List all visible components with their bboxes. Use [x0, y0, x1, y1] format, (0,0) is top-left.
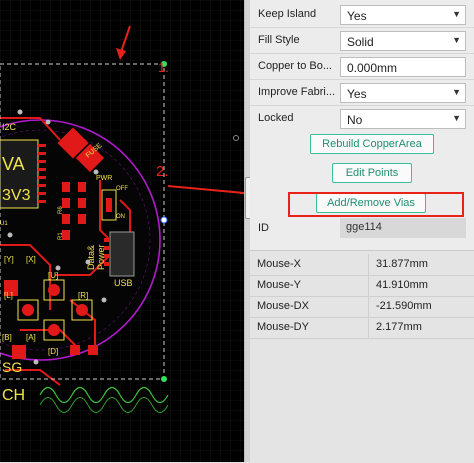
coord-value: 2.177mm: [376, 321, 422, 333]
column-divider: [368, 317, 369, 338]
coord-key: Mouse-Y: [257, 279, 302, 291]
property-label: Copper to Bo...: [258, 60, 332, 72]
label-a: [A]: [26, 333, 36, 342]
locked-select[interactable]: No ▼: [340, 109, 466, 129]
column-divider: [368, 254, 369, 275]
select-value: Solid: [347, 35, 374, 49]
coord-row-mouse-x: Mouse-X 31.877mm: [250, 254, 474, 276]
coord-key: Mouse-X: [257, 258, 302, 270]
coord-value: -21.590mm: [376, 300, 432, 312]
label-b: [B]: [2, 333, 12, 342]
label-pwr: PWR: [96, 175, 112, 182]
column-divider: [368, 296, 369, 317]
property-label: Keep Island: [258, 8, 317, 20]
label-u: [U]: [48, 271, 58, 280]
selection-handle-mid[interactable]: [160, 216, 168, 224]
label-x: [X]: [26, 255, 36, 264]
label-u1: U1: [0, 221, 8, 227]
property-keep-island: Keep Island Yes ▼: [250, 2, 474, 28]
label-usb: USB: [114, 278, 133, 288]
coord-key: Mouse-DY: [257, 321, 309, 333]
fill-style-select[interactable]: Solid ▼: [340, 31, 466, 51]
label-d: [D]: [48, 347, 58, 356]
chevron-down-icon: ▼: [452, 9, 461, 19]
label-sg: SG: [2, 359, 22, 375]
pcb-drawing: I2C FUSE VA 3V3 PWR OFF ON R6 R1 U1 Data…: [0, 0, 244, 462]
pcb-canvas[interactable]: I2C FUSE VA 3V3 PWR OFF ON R6 R1 U1 Data…: [0, 0, 244, 462]
improve-fabrication-select[interactable]: Yes ▼: [340, 83, 466, 103]
label-r1: R1: [58, 232, 64, 240]
label-i2c: I2C: [2, 122, 17, 132]
copper-to-board-input[interactable]: 0.000mm: [340, 57, 466, 77]
coord-value: 31.877mm: [376, 258, 428, 270]
property-fill-style: Fill Style Solid ▼: [250, 28, 474, 54]
coord-row-mouse-dx: Mouse-DX -21.590mm: [250, 296, 474, 318]
id-row: ID gge114: [250, 216, 474, 240]
coord-key: Mouse-DX: [257, 300, 309, 312]
chevron-down-icon: ▼: [452, 113, 461, 123]
power-switch-pad: [106, 198, 112, 212]
coord-row-mouse-dy: Mouse-DY 2.177mm: [250, 317, 474, 339]
mouse-coordinates-table: Mouse-X 31.877mm Mouse-Y 41.910mm Mouse-…: [250, 250, 474, 463]
column-divider: [368, 275, 369, 296]
annotation-highlight-box: [288, 192, 464, 217]
label-data: Data&: [86, 245, 96, 270]
label-on: ON: [116, 214, 125, 220]
annotation-step-2: 2.: [156, 163, 169, 180]
usb-connector[interactable]: [109, 231, 135, 277]
property-locked: Locked No ▼: [250, 106, 474, 131]
label-off: OFF: [116, 186, 128, 192]
select-value: Yes: [347, 87, 367, 101]
edit-points-button[interactable]: Edit Points: [332, 163, 412, 183]
id-label: ID: [258, 222, 269, 234]
keep-island-select[interactable]: Yes ▼: [340, 5, 466, 25]
coord-value: 41.910mm: [376, 279, 428, 291]
id-value: gge114: [340, 218, 466, 238]
chevron-down-icon: ▼: [452, 87, 461, 97]
annotation-step-1: 1.: [158, 60, 169, 75]
select-value: No: [347, 113, 363, 127]
label-y: [Y]: [4, 255, 14, 264]
label-l: [L]: [4, 291, 13, 300]
property-panel: Keep Island Yes ▼ Fill Style Solid ▼ Cop…: [250, 0, 474, 463]
rebuild-copper-area-button[interactable]: Rebuild CopperArea: [310, 134, 434, 154]
property-label: Improve Fabri...: [258, 86, 336, 98]
property-copper-to-board: Copper to Bo... 0.000mm: [250, 54, 474, 80]
label-r: [R]: [78, 291, 88, 300]
property-label: Fill Style: [258, 34, 300, 46]
label-ch: CH: [2, 387, 25, 404]
select-value: Yes: [347, 9, 367, 23]
selection-handle-bottom[interactable]: [161, 376, 167, 382]
property-improve-fabrication: Improve Fabri... Yes ▼: [250, 80, 474, 106]
property-label: Locked: [258, 112, 294, 124]
label-power: Power: [96, 244, 106, 270]
label-r6: R6: [58, 206, 64, 214]
coord-row-mouse-y: Mouse-Y 41.910mm: [250, 275, 474, 297]
chevron-down-icon: ▼: [452, 35, 461, 45]
label-va: VA: [2, 154, 25, 174]
label-3v3: 3V3: [2, 187, 31, 204]
input-value: 0.000mm: [347, 61, 398, 75]
